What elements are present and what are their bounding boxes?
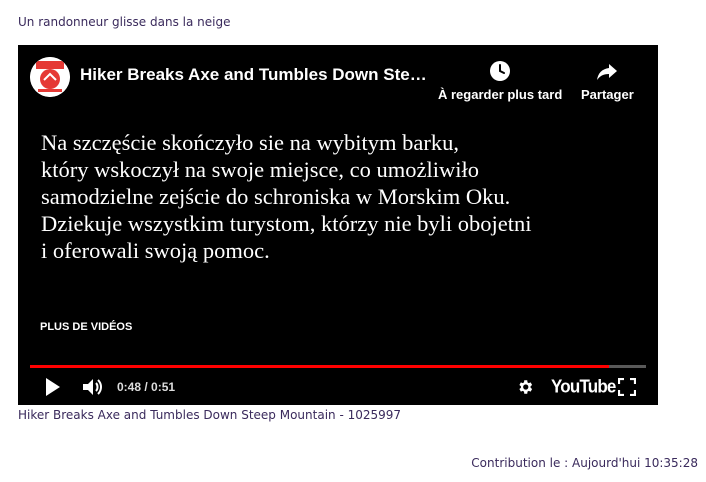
fullscreen-button[interactable] — [617, 377, 637, 400]
video-title-link[interactable]: Hiker Breaks Axe and Tumbles Down Steep … — [18, 408, 401, 422]
watch-later-button[interactable]: À regarder plus tard — [438, 59, 562, 102]
youtube-logo[interactable]: YouTube — [551, 376, 616, 398]
fullscreen-icon — [617, 377, 637, 397]
play-button[interactable] — [44, 377, 62, 401]
clock-icon — [438, 59, 562, 83]
volume-icon — [83, 379, 102, 395]
page-caption: Un randonneur glisse dans la neige — [18, 15, 231, 29]
video-title[interactable]: Hiker Breaks Axe and Tumbles Down Steep … — [80, 65, 430, 85]
gear-icon — [519, 380, 533, 394]
share-button[interactable]: Partager — [581, 59, 634, 102]
settings-button[interactable] — [516, 378, 534, 400]
play-icon — [46, 378, 60, 396]
share-label: Partager — [581, 87, 634, 102]
channel-logo-icon[interactable] — [30, 57, 70, 97]
subtitle-text: Na szczęście skończyło sie na wybitym ba… — [41, 129, 641, 264]
subtitle-line: samodzielne zejście do schroniska w Mors… — [41, 184, 511, 209]
subtitle-line: i oferowali swoją pomoc. — [41, 238, 270, 263]
more-videos-button[interactable]: PLUS DE VIDÉOS — [40, 321, 132, 333]
volume-button[interactable] — [82, 377, 104, 401]
time-display: 0:48 / 0:51 — [117, 380, 176, 394]
video-player[interactable]: Hiker Breaks Axe and Tumbles Down Steep … — [18, 45, 658, 405]
progress-fill — [30, 365, 610, 368]
subtitle-line: który wskoczył na swoje miejsce, co umoż… — [41, 157, 480, 182]
share-icon — [581, 59, 634, 83]
progress-bar[interactable] — [30, 365, 646, 368]
subtitle-line: Na szczęście skończyło sie na wybitym ba… — [41, 130, 459, 155]
subtitle-line: Dziekuje wszystkim turystom, którzy nie … — [41, 211, 532, 236]
watch-later-label: À regarder plus tard — [438, 87, 563, 102]
contribution-date: Contribution le : Aujourd'hui 10:35:28 — [471, 456, 698, 470]
